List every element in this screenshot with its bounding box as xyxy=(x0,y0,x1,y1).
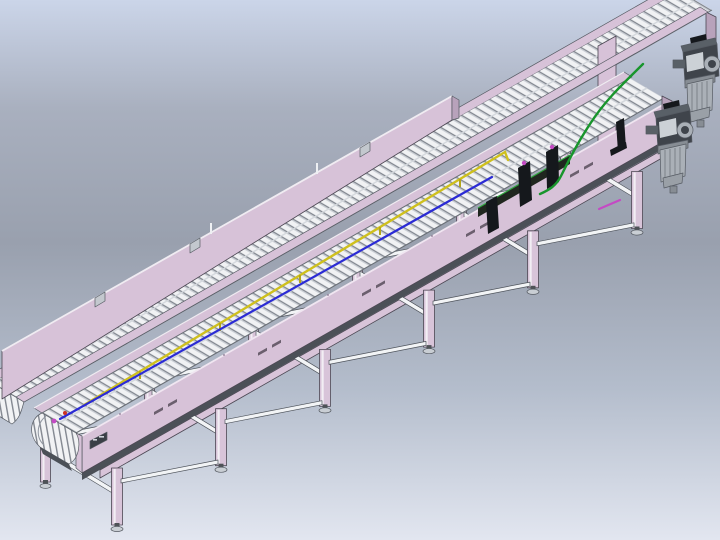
nameplate-mark xyxy=(99,436,104,438)
nameplate-mark xyxy=(93,439,97,441)
red-sensor-dot xyxy=(63,411,67,415)
magenta-sensor-dot xyxy=(52,419,57,424)
gearbox-output-bore xyxy=(681,126,689,134)
motor-fan-nub xyxy=(697,120,704,127)
magenta-screw xyxy=(522,161,526,165)
yellow-cable-post xyxy=(379,227,381,235)
guide-wall-post xyxy=(316,163,318,174)
gearbox-shaft-stub xyxy=(673,60,685,68)
rail-bolt xyxy=(327,294,329,296)
cad-scene[interactable] xyxy=(0,0,720,540)
yellow-cable-post xyxy=(459,179,461,187)
motor-fan-nub xyxy=(670,186,677,193)
yellow-cable-post xyxy=(299,275,301,283)
rail-bolt xyxy=(223,354,225,356)
cad-viewport xyxy=(0,0,720,540)
gearbox-shaft-stub xyxy=(646,126,658,134)
tray-bracket xyxy=(518,161,532,207)
rail-bolt xyxy=(119,413,121,415)
tray-bracket xyxy=(486,196,499,234)
gearbox-output-bore xyxy=(708,60,716,68)
guide-wall-post xyxy=(210,223,212,234)
rail-bolt xyxy=(431,235,433,237)
magenta-screw xyxy=(550,145,554,149)
guide-wall-end-cap xyxy=(452,96,459,120)
